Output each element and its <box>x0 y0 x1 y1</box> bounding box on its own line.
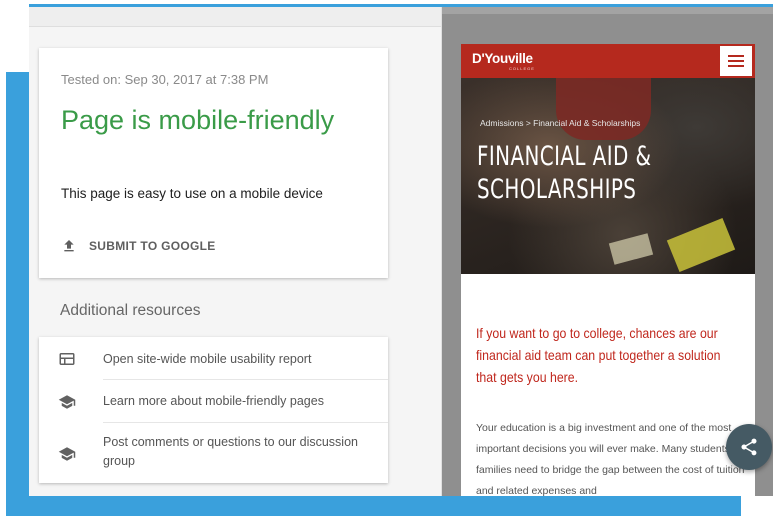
result-description: This page is easy to use on a mobile dev… <box>61 186 323 201</box>
hamburger-menu-icon[interactable] <box>720 46 752 76</box>
mobile-friendly-test-window: Tested on: Sep 30, 2017 at 7:38 PM Page … <box>29 4 773 496</box>
hero-photo-detail <box>556 78 651 140</box>
school-icon <box>58 447 76 461</box>
share-button[interactable] <box>726 424 772 470</box>
resource-item-label: Post comments or questions to our discus… <box>103 435 358 468</box>
submit-to-google-label: SUBMIT TO GOOGLE <box>89 239 216 253</box>
lead-paragraph: If you want to go to college, chances ar… <box>476 325 721 385</box>
results-topbar <box>29 4 441 27</box>
resource-item-discussion-group[interactable]: Post comments or questions to our discus… <box>39 433 388 473</box>
resource-item-label: Open site-wide mobile usability report <box>103 352 312 366</box>
mobile-page-preview[interactable]: D'Youville COLLEGE Admissions > Financia… <box>461 44 755 496</box>
divider <box>103 422 388 423</box>
mobile-preview-pane: D'Youville COLLEGE Admissions > Financia… <box>442 4 773 496</box>
resources-heading: Additional resources <box>60 302 201 319</box>
background-notch <box>741 496 773 516</box>
submit-to-google-button[interactable]: SUBMIT TO GOOGLE <box>61 238 216 254</box>
window-top-edge <box>29 4 773 7</box>
hero-banner: Admissions > Financial Aid & Scholarship… <box>461 78 755 274</box>
hero-title: FINANCIAL AID & SCHOLARSHIPS <box>477 141 652 205</box>
site-logo-subtitle: COLLEGE <box>509 66 535 71</box>
results-pane: Tested on: Sep 30, 2017 at 7:38 PM Page … <box>29 4 442 496</box>
resources-card: Open site-wide mobile usability report L… <box>39 337 388 483</box>
result-title: Page is mobile-friendly <box>61 105 335 135</box>
tested-on-text: Tested on: Sep 30, 2017 at 7:38 PM <box>61 72 269 87</box>
body-paragraph: Your education is a big investment and o… <box>476 422 751 496</box>
resource-item-learn-more[interactable]: Learn more about mobile-friendly pages <box>39 391 388 411</box>
divider <box>103 379 388 380</box>
result-card: Tested on: Sep 30, 2017 at 7:38 PM Page … <box>39 48 388 278</box>
share-icon <box>741 438 757 456</box>
school-icon <box>58 395 76 409</box>
upload-icon <box>64 240 74 252</box>
resource-item-usability-report[interactable]: Open site-wide mobile usability report <box>39 349 388 369</box>
report-icon <box>59 353 75 365</box>
site-logo: D'Youville <box>472 51 533 66</box>
site-header: D'Youville COLLEGE <box>461 44 755 78</box>
resource-item-label: Learn more about mobile-friendly pages <box>103 394 324 408</box>
breadcrumb: Admissions > Financial Aid & Scholarship… <box>480 118 641 128</box>
